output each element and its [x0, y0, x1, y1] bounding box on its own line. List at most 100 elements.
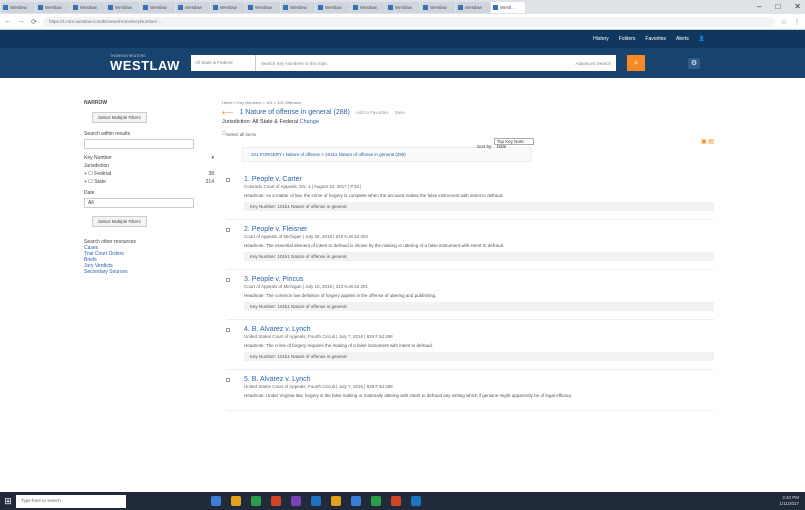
date-select[interactable]: All	[84, 198, 194, 208]
browser-tab[interactable]: Westlaw	[211, 1, 245, 13]
browser-tab[interactable]: Westlaw	[1, 1, 35, 13]
westlaw-search-bar: THOMSON REUTERS WESTLAW All State & Fede…	[0, 48, 805, 78]
settings-button[interactable]: ⚙	[688, 58, 700, 69]
minimize-icon[interactable]: –	[757, 2, 761, 11]
folders-link[interactable]: Folders	[619, 36, 636, 42]
app-icon[interactable]	[331, 496, 341, 506]
add-favorites-link[interactable]: Add to Favorites	[356, 110, 389, 115]
state-filter[interactable]: + ☐ State 214	[84, 179, 214, 185]
tab-label: Westlaw	[325, 4, 342, 10]
jurisdiction-line: Jurisdiction: All State & Federal Change	[222, 119, 714, 125]
app-icon[interactable]	[391, 496, 401, 506]
key-number-label: Key Number	[84, 155, 112, 161]
app-icon[interactable]	[411, 496, 421, 506]
browser-tab[interactable]: Westlaw	[456, 1, 490, 13]
select-multiple-filters-button[interactable]: Select Multiple Filters	[92, 112, 147, 123]
result-keycite: Key Number: 101k1 Nature of offense in g…	[244, 202, 714, 211]
save-link[interactable]: Save	[395, 110, 405, 115]
download-icon[interactable]: ▤	[708, 139, 714, 145]
folder-icon[interactable]	[231, 496, 241, 506]
federal-filter[interactable]: + ☐ Federal 38	[84, 171, 214, 177]
clock-date: 1/11/2017	[779, 501, 799, 506]
star-icon[interactable]: ☆	[780, 18, 788, 26]
windows-start-icon[interactable]: ⊞	[0, 496, 16, 507]
browser-tab[interactable]: Westl...	[491, 1, 525, 13]
browser-tab[interactable]: Westlaw	[106, 1, 140, 13]
westlaw-utility-bar: History Folders Favorites Alerts 👤	[0, 30, 805, 48]
jurisdiction-selector[interactable]: All State & Federal	[191, 55, 256, 71]
search-button[interactable]: ⌕	[627, 55, 645, 71]
result-title[interactable]: 2. People v. Fleisner	[244, 226, 714, 233]
forward-icon[interactable]: →	[17, 18, 25, 25]
state-label: State	[94, 179, 106, 185]
result-title[interactable]: 3. People v. Pincus	[244, 276, 714, 283]
result-meta: United States Court of Appeals, Fourth C…	[244, 334, 393, 339]
keynote-box[interactable]: 101 FORGERY I Nature of offense > 101k1 …	[242, 147, 532, 162]
key-number-filter[interactable]: Key Number ▾	[84, 155, 214, 161]
result-checkbox[interactable]	[226, 178, 230, 182]
menu-icon[interactable]: ⋮	[793, 18, 801, 26]
result-keycite: Key Number: 101k1 Nature of offense in g…	[244, 252, 714, 261]
search-box: All State & Federal Search Key Numbers i…	[191, 55, 616, 71]
result-checkbox[interactable]	[226, 278, 230, 282]
tab-label: Westlaw	[150, 4, 167, 10]
app-icon[interactable]	[251, 496, 261, 506]
result-headnote: Headnote: The essential element of inten…	[244, 243, 505, 248]
result-title[interactable]: 5. B. Alvarez v. Lynch	[244, 376, 714, 383]
app-icon[interactable]	[311, 496, 321, 506]
select-filters-button[interactable]: Select Multiple Filters	[92, 216, 147, 227]
browser-tab[interactable]: Westlaw	[386, 1, 420, 13]
search-icon: ⌕	[633, 58, 639, 67]
history-link[interactable]: History	[593, 36, 609, 42]
result-checkbox[interactable]	[226, 378, 230, 382]
result-checkbox[interactable]	[226, 328, 230, 332]
system-tray[interactable]: 3:40 PM 1/11/2017	[779, 495, 799, 507]
result-title[interactable]: 1. People v. Carter	[244, 176, 714, 183]
browser-tab[interactable]: Westlaw	[246, 1, 280, 13]
search-within-input[interactable]	[84, 139, 194, 149]
app-icon[interactable]	[271, 496, 281, 506]
sort-select[interactable]: Top Key Note Date	[493, 138, 534, 149]
user-icon[interactable]: 👤	[699, 36, 705, 42]
favicon-icon	[3, 4, 8, 10]
favicon-icon	[248, 4, 253, 10]
browser-tab[interactable]: Westlaw	[36, 1, 70, 13]
back-arrow-icon[interactable]: ⟵	[222, 108, 233, 117]
back-icon[interactable]: ←	[4, 18, 12, 25]
browser-tab[interactable]: Westlaw	[176, 1, 210, 13]
breadcrumb[interactable]: Home > Key Numbers > 101 > 101 Offenses	[222, 100, 714, 105]
app-icon[interactable]	[351, 496, 361, 506]
result-checkbox[interactable]	[226, 228, 230, 232]
app-icon[interactable]	[371, 496, 381, 506]
brand-top: THOMSON REUTERS	[110, 53, 146, 58]
browser-tab[interactable]: Westlaw	[141, 1, 175, 13]
reload-icon[interactable]: ⟳	[30, 18, 38, 26]
taskbar-search-input[interactable]: Type here to search	[16, 494, 126, 508]
westlaw-logo[interactable]: THOMSON REUTERS WESTLAW	[110, 54, 180, 73]
folder-icon[interactable]: ▣	[701, 139, 707, 145]
maximize-icon[interactable]: □	[775, 2, 780, 11]
advanced-search-link[interactable]: Advanced Search	[575, 61, 616, 66]
browser-tab[interactable]: Westlaw	[71, 1, 105, 13]
select-all-row: ☐ Select all items	[222, 131, 714, 137]
result-meta: United States Court of Appeals, Fourth C…	[244, 384, 393, 389]
favicon-icon	[458, 4, 463, 10]
browser-tab[interactable]: Westlaw	[351, 1, 385, 13]
result-title[interactable]: 4. B. Alvarez v. Lynch	[244, 326, 714, 333]
search-input[interactable]: Search Key Numbers in this topic	[256, 61, 575, 66]
address-field[interactable]: https://1.next.westlaw.com/Browse/Home/K…	[43, 16, 775, 27]
browser-tab[interactable]: Westlaw	[421, 1, 455, 13]
sort-control: Sort by: Top Key Note Date	[477, 138, 534, 149]
tab-label: Westlaw	[255, 4, 272, 10]
app-icon[interactable]	[291, 496, 301, 506]
app-icon[interactable]	[211, 496, 221, 506]
favicon-icon	[353, 4, 358, 10]
favorites-link[interactable]: Favorites	[645, 36, 666, 42]
change-link[interactable]: Change	[300, 119, 319, 125]
browser-tab[interactable]: Westlaw	[281, 1, 315, 13]
other-resource-link[interactable]: Secondary Sources	[84, 269, 214, 275]
close-icon[interactable]: ✕	[794, 2, 801, 11]
browser-tab[interactable]: Westlaw	[316, 1, 350, 13]
alerts-link[interactable]: Alerts	[676, 36, 689, 42]
list-item: 5. B. Alvarez v. Lynch United States Cour…	[226, 370, 714, 411]
